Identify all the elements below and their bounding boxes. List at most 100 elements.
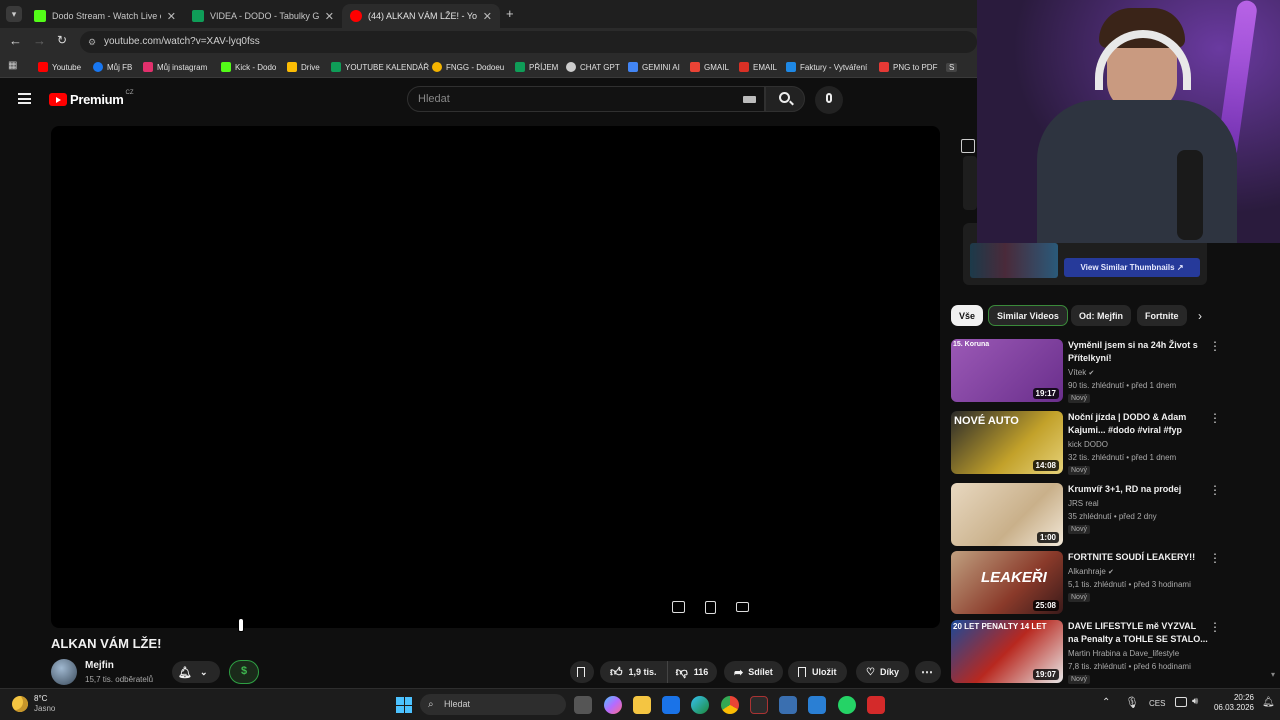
tab-youtube[interactable]: (44) ALKAN VÁM LŽE! - YouTub ✕: [342, 4, 500, 28]
like-button[interactable]: 👍︎ 1,9 tis.: [600, 661, 668, 683]
edge-icon[interactable]: [691, 696, 709, 714]
chip-similar-videos[interactable]: Similar Videos: [988, 305, 1068, 326]
network-icon[interactable]: [1175, 697, 1187, 707]
close-icon[interactable]: ✕: [483, 10, 492, 23]
calculator-icon[interactable]: [779, 696, 797, 714]
volume-icon[interactable]: 🔊︎: [1192, 696, 1198, 707]
whatsapp-icon[interactable]: [838, 696, 856, 714]
page-scrollbar[interactable]: ▾: [1268, 670, 1278, 688]
share-button[interactable]: ➦ Sdílet: [724, 661, 783, 683]
thanks-dollar-button[interactable]: $: [229, 660, 259, 684]
screenshot-camera-icon[interactable]: [736, 602, 749, 612]
channel-avatar[interactable]: [51, 659, 77, 685]
channel-name[interactable]: Vítek ✔: [1068, 368, 1094, 377]
tab-search-button[interactable]: ▾: [6, 6, 22, 22]
chip-fortnite[interactable]: Fortnite: [1137, 305, 1187, 326]
windows-start-icon[interactable]: [396, 697, 412, 713]
tab-kick[interactable]: Dodo Stream - Watch Live on K ✕: [26, 4, 184, 28]
site-info-icon[interactable]: ⚙: [88, 31, 96, 53]
system-clock[interactable]: 20:26 06.03.2026: [1212, 693, 1254, 713]
menu-icon[interactable]: [18, 93, 31, 104]
file-explorer-icon[interactable]: [633, 696, 651, 714]
channel-name[interactable]: Alkanhraje ✔: [1068, 567, 1114, 576]
recommendation-item[interactable]: 15. Koruna 19:17 Vyměnil jsem si na 24h …: [951, 339, 1221, 403]
channel-name[interactable]: kick DODO: [1068, 440, 1108, 449]
save-to-list-icon-button[interactable]: [570, 661, 594, 683]
bookmark-kick[interactable]: Kick - Dodo: [221, 60, 276, 74]
video-thumbnail[interactable]: 15. Koruna 19:17: [951, 339, 1063, 402]
chip-from-channel[interactable]: Od: Mejfin: [1071, 305, 1131, 326]
bookmark-prijem[interactable]: PŘÍJEM: [515, 60, 558, 74]
youtube-logo[interactable]: Premium CZ: [49, 90, 134, 107]
video-thumbnail[interactable]: NOVÉ AUTO 14:08: [951, 411, 1063, 474]
bookmark-yt-calendar[interactable]: YOUTUBE KALENDÁŘ: [331, 60, 429, 74]
video-title[interactable]: FORTNITE SOUDÍ LEAKERY!!: [1068, 551, 1208, 564]
more-vert-icon[interactable]: ⋮: [1209, 551, 1221, 565]
app-icon[interactable]: [808, 696, 826, 714]
bookmark-fngg[interactable]: FNGG - Dodoeu: [432, 60, 504, 74]
show-hidden-icons[interactable]: ⌃: [1102, 697, 1110, 708]
more-vert-icon[interactable]: ⋮: [1209, 483, 1221, 497]
bookmark-instagram[interactable]: Můj instagram: [143, 60, 207, 74]
reload-icon[interactable]: ↻: [57, 33, 67, 47]
more-actions-button[interactable]: ⋯: [915, 661, 941, 683]
recording-app-icon[interactable]: [867, 696, 885, 714]
notification-bell-icon[interactable]: 🔔︎: [1262, 697, 1275, 708]
bookmark-png-pdf[interactable]: PNG to PDF: [879, 60, 937, 74]
bookmark-chatgpt[interactable]: CHAT GPT: [566, 60, 620, 74]
video-thumbnail[interactable]: 1:00: [951, 483, 1063, 546]
bookmark-youtube[interactable]: Youtube: [38, 60, 81, 74]
tab-sheets[interactable]: VIDEA - DODO - Tabulky Googl ✕: [184, 4, 342, 28]
more-vert-icon[interactable]: ⋮: [1209, 411, 1221, 425]
notification-bell-button[interactable]: 🔔︎ ⌄: [172, 661, 220, 683]
channel-name[interactable]: JRS real: [1068, 499, 1099, 508]
recommendation-item[interactable]: 20 LET PENALTY 14 LET 19:07 DAVE LIFESTY…: [951, 620, 1221, 684]
copilot-icon[interactable]: [604, 696, 622, 714]
bookmark-faktury[interactable]: Faktury - Vytváření: [786, 60, 867, 74]
bookmark-drive[interactable]: Drive: [287, 60, 320, 74]
task-view-icon[interactable]: [574, 696, 592, 714]
bookmark-gmail[interactable]: GMAIL: [690, 60, 729, 74]
bookmark-email[interactable]: EMAIL: [739, 60, 777, 74]
recommendation-item[interactable]: NOVÉ AUTO 14:08 Noční jízda | DODO & Ada…: [951, 411, 1221, 475]
video-title[interactable]: DAVE LIFESTYLE mě VYZVAL na Penalty a TO…: [1068, 620, 1208, 646]
search-input[interactable]: Hledat: [407, 86, 765, 112]
video-thumbnail[interactable]: 20 LET PENALTY 14 LET 19:07: [951, 620, 1063, 683]
mic-icon[interactable]: 🎙︎: [1125, 696, 1139, 709]
dislike-button[interactable]: 👎︎ 116: [668, 661, 717, 683]
search-button[interactable]: [765, 86, 805, 112]
forward-icon[interactable]: →: [33, 33, 46, 48]
close-icon[interactable]: ✕: [167, 10, 176, 23]
more-vert-icon[interactable]: ⋮: [1209, 339, 1221, 353]
recommendation-item[interactable]: 1:00 Krumvíř 3+1, RD na prodej JRS real …: [951, 483, 1221, 547]
terminal-icon[interactable]: [750, 696, 768, 714]
channel-name[interactable]: Martin Hrabina a Dave_lifestyle: [1068, 649, 1179, 658]
bookmark-gemini[interactable]: GEMINI AI: [628, 60, 680, 74]
view-similar-thumbnails-button[interactable]: View Similar Thumbnails ↗: [1064, 258, 1200, 277]
taskbar-search[interactable]: ⌕ Hledat: [420, 694, 566, 715]
chevron-right-icon[interactable]: ›: [1198, 309, 1202, 323]
new-tab-button[interactable]: +: [506, 6, 514, 21]
channel-name[interactable]: Mejfin: [85, 660, 114, 671]
thumbnail-icon[interactable]: [672, 601, 685, 613]
back-icon[interactable]: ←: [9, 33, 22, 48]
more-vert-icon[interactable]: ⋮: [1209, 620, 1221, 634]
transcript-icon[interactable]: [705, 601, 716, 614]
keyboard-icon[interactable]: [743, 96, 756, 103]
weather-widget[interactable]: 8°C Jasno: [12, 694, 55, 714]
close-icon[interactable]: ✕: [325, 10, 334, 23]
mic-button[interactable]: [815, 86, 843, 114]
thanks-button[interactable]: ♡ Díky: [856, 661, 909, 683]
video-title[interactable]: Noční jízda | DODO & Adam Kajumi... #dod…: [1068, 411, 1208, 437]
apps-grid-icon[interactable]: ▦: [8, 60, 17, 71]
chrome-icon[interactable]: [721, 696, 739, 714]
language-indicator[interactable]: CES: [1149, 699, 1165, 708]
outlook-icon[interactable]: [662, 696, 680, 714]
video-thumbnail[interactable]: LEAKEŘI 25:08: [951, 551, 1063, 614]
video-title[interactable]: Vyměnil jsem si na 24h Život s Přítelkyn…: [1068, 339, 1208, 365]
video-player[interactable]: [51, 126, 940, 628]
save-button[interactable]: Uložit: [788, 661, 847, 683]
video-title[interactable]: Krumvíř 3+1, RD na prodej: [1068, 483, 1208, 496]
recommendation-item[interactable]: LEAKEŘI 25:08 FORTNITE SOUDÍ LEAKERY!! A…: [951, 551, 1221, 615]
address-bar[interactable]: ⚙ youtube.com/watch?v=XAV-lyq0fss: [80, 31, 977, 53]
